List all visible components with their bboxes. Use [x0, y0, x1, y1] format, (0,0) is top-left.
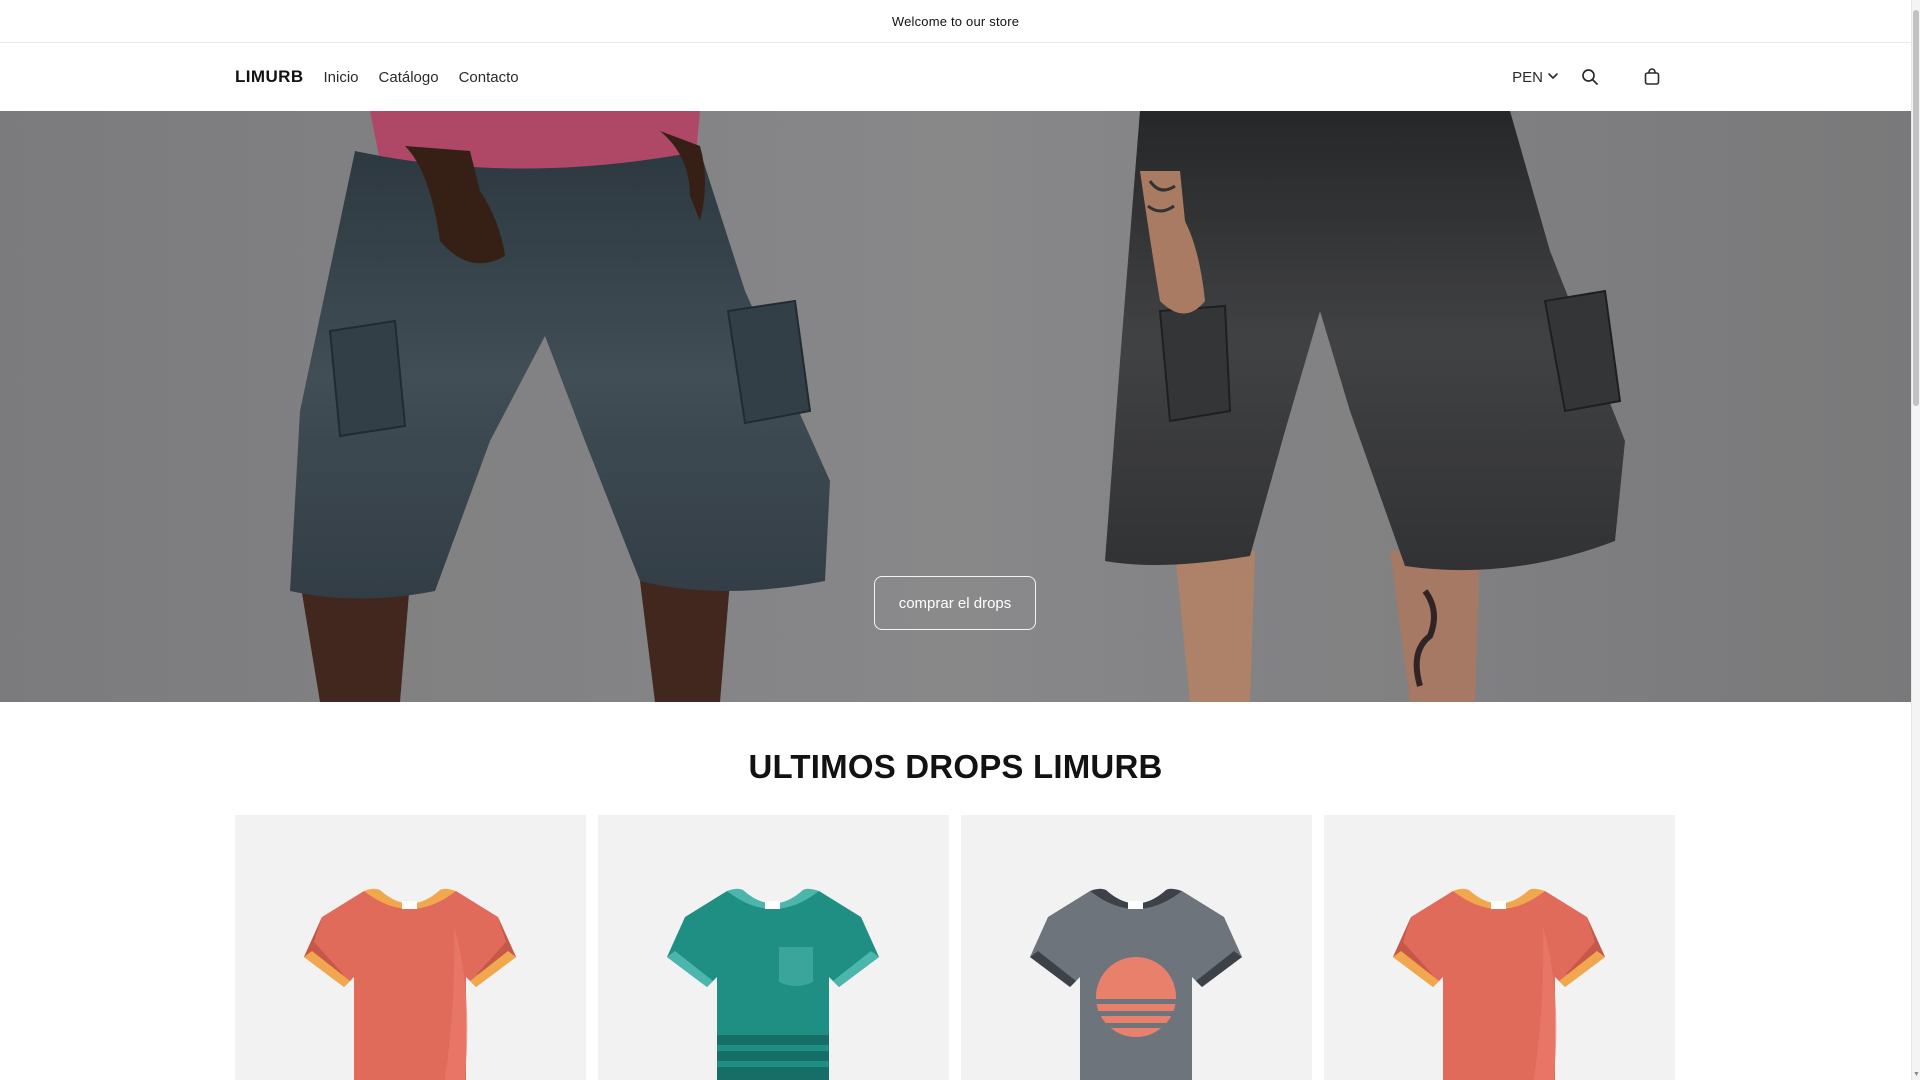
main-nav: Inicio Catálogo Contacto — [324, 69, 519, 86]
announcement-text: Welcome to our store — [891, 13, 1020, 29]
store-logo[interactable]: LIMURB — [235, 67, 304, 87]
section-title: ULTIMOS DROPS LIMURB — [748, 748, 1163, 785]
announcement-bar: Welcome to our store — [0, 0, 1911, 43]
tshirt-image — [304, 888, 516, 1080]
currency-label: PEN — [1512, 68, 1543, 86]
tshirt-image — [1030, 888, 1242, 1080]
tshirt-image — [667, 888, 879, 1080]
nav-link-catalogo[interactable]: Catálogo — [379, 69, 439, 86]
bag-icon[interactable] — [1641, 66, 1663, 88]
product-card[interactable] — [598, 815, 949, 1080]
page-scrollbar[interactable]: ▼ — [1911, 0, 1920, 1080]
tshirt-image — [1393, 888, 1605, 1080]
currency-selector[interactable]: PEN — [1512, 69, 1559, 86]
shop-drops-button[interactable]: comprar el drops — [874, 576, 1036, 630]
product-grid — [235, 815, 1677, 1080]
product-card[interactable] — [961, 815, 1312, 1080]
nav-link-inicio[interactable]: Inicio — [324, 69, 359, 86]
hero-banner: comprar el drops — [0, 111, 1911, 702]
search-icon[interactable] — [1579, 66, 1601, 88]
chevron-down-icon — [1547, 69, 1559, 86]
scroll-down-icon[interactable]: ▼ — [1912, 1070, 1920, 1080]
page: Welcome to our store LIMURB Inicio Catál… — [0, 0, 1911, 1080]
scrollbar-thumb[interactable] — [1913, 10, 1919, 406]
product-card[interactable] — [1324, 815, 1675, 1080]
nav-link-contacto[interactable]: Contacto — [459, 69, 519, 86]
site-header: LIMURB Inicio Catálogo Contacto PEN — [0, 43, 1911, 111]
header-actions: PEN — [1512, 66, 1663, 88]
product-card[interactable] — [235, 815, 586, 1080]
